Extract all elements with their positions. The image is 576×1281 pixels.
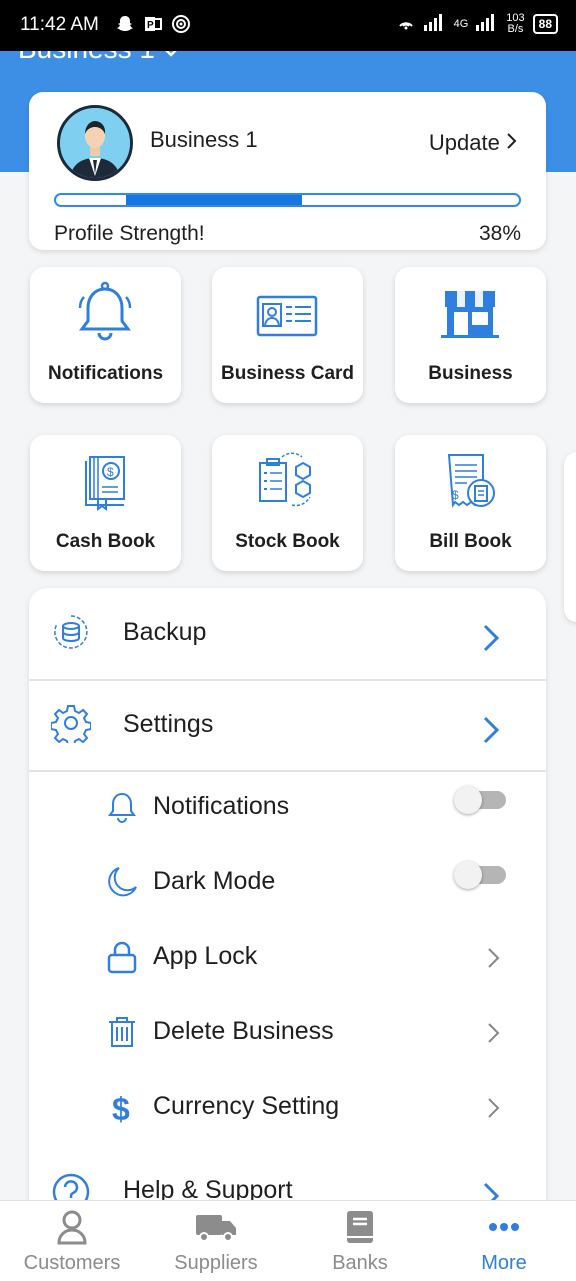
id-card-icon [252,279,322,349]
snapchat-icon [115,14,135,34]
notification-icons: P [115,14,191,34]
stock-book-icon [252,447,322,517]
powerpoint-icon: P [143,14,163,34]
notifications-toggle[interactable] [454,786,506,814]
signal-icon-2 [476,13,498,34]
bill-book-icon: $ [435,447,505,517]
toggle-knob [454,861,482,889]
tile-business[interactable]: Business [395,267,546,403]
chevron-right-icon [486,1021,502,1045]
setting-label: Delete Business [153,1017,334,1045]
nav-label: More [481,1252,527,1274]
setting-label: Notifications [153,792,290,820]
hotspot-status-icon [396,12,416,35]
svg-text:$: $ [452,488,459,502]
chevron-right-icon [486,1096,502,1120]
chevron-right-icon [480,714,502,746]
setting-notifications: Notifications [29,776,546,836]
dollar-icon: $ [105,1090,139,1127]
trash-icon [105,1015,139,1049]
business-switcher-label: Business 1 [18,51,155,64]
net-speed-value: 103 [506,11,525,24]
menu-item-label: Settings [123,710,214,738]
nav-label: Suppliers [174,1252,258,1274]
person-icon [56,1209,88,1245]
nav-more[interactable]: More [432,1201,576,1281]
net-speed-unit: B/s [507,22,524,35]
menu-item-backup[interactable]: Backup [29,588,546,680]
hotspot-icon [171,14,191,34]
business-switcher[interactable]: Business 1 [18,51,179,65]
network-type: 4G [453,17,469,30]
avatar[interactable] [57,105,133,181]
svg-text:$: $ [112,1091,130,1124]
status-time: 11:42 AM [20,14,99,35]
cash-book-icon: $ [70,447,140,517]
setting-dark-mode: Dark Mode [29,851,546,911]
setting-app-lock[interactable]: App Lock [29,926,546,986]
chevron-down-icon [163,51,179,64]
tile-label: Stock Book [235,531,340,552]
storefront-icon [435,279,505,349]
side-panel-edge [564,452,576,622]
menu-item-settings[interactable]: Settings [29,681,546,771]
profile-name: Business 1 [150,127,258,152]
tile-bill-book[interactable]: $ Bill Book [395,435,546,571]
setting-delete-business[interactable]: Delete Business [29,1001,546,1061]
tile-label: Business [428,363,513,384]
tile-label: Bill Book [429,531,512,552]
backup-icon [51,612,91,652]
gear-icon [50,703,92,747]
profile-strength-percent: 38% [478,222,521,245]
signal-icon [423,13,446,34]
profile-strength-label: Profile Strength! [54,222,205,245]
tile-cash-book[interactable]: $ Cash Book [30,435,181,571]
profile-strength-fill [126,195,302,205]
dark-mode-toggle[interactable] [454,861,506,889]
nav-customers[interactable]: Customers [0,1201,144,1281]
tile-stock-book[interactable]: Stock Book [212,435,363,571]
tile-label: Notifications [47,363,164,384]
bell-icon [70,279,140,349]
divider [29,770,546,772]
tile-business-card[interactable]: Business Card [212,267,363,403]
nav-banks[interactable]: Banks [288,1201,432,1281]
moon-icon [105,865,139,899]
status-right: 4G 103 B/s 88 [396,12,558,35]
update-label: Update [428,130,500,155]
menu-item-label: Backup [123,618,207,646]
profile-strength-bar [54,193,521,207]
net-speed: 103 B/s [506,11,525,35]
toggle-knob [454,786,482,814]
settings-menu: Backup Settings Notifications Dark Mode [29,588,546,1208]
setting-label: App Lock [153,942,258,970]
profile-card: Business 1 Update Profile Strength! 38% [29,92,546,250]
setting-label: Currency Setting [153,1092,340,1120]
svg-text:P: P [147,20,154,31]
update-profile-link[interactable]: Update [429,130,518,156]
nav-label: Banks [332,1252,388,1274]
chevron-right-icon [486,946,502,970]
bottom-nav: Customers Suppliers Banks More [0,1200,576,1281]
chevron-right-icon [506,130,518,155]
tile-label: Business Card [220,363,355,384]
nav-label: Customers [23,1252,121,1274]
status-bar: 11:42 AM P 4G 103 B/s 88 [0,0,576,51]
chevron-right-icon [480,622,502,654]
setting-label: Dark Mode [153,867,276,895]
battery-indicator: 88 [532,13,558,34]
nav-suppliers[interactable]: Suppliers [144,1201,288,1281]
bell-icon [105,790,139,824]
lock-icon [105,940,139,974]
truck-icon [194,1209,238,1245]
svg-text:$: $ [107,465,114,479]
more-dots-icon [488,1209,520,1245]
setting-currency[interactable]: $ Currency Setting [29,1076,546,1136]
book-icon [344,1209,376,1245]
tile-notifications[interactable]: Notifications [30,267,181,403]
tile-label: Cash Book [55,531,156,552]
